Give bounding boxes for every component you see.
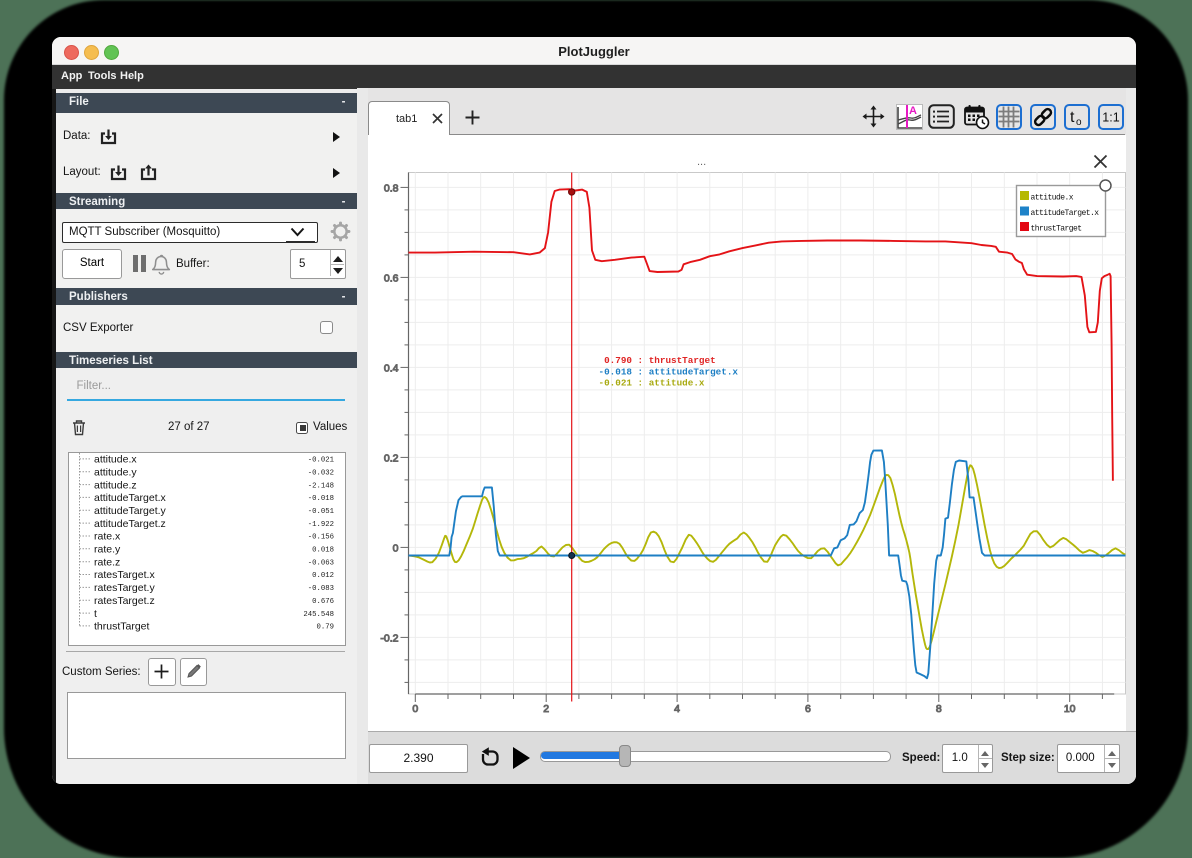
- svg-text:4: 4: [674, 703, 680, 715]
- svg-text:2: 2: [543, 703, 549, 715]
- svg-text:0: 0: [412, 703, 418, 715]
- svg-text:attitudeTarget.z: attitudeTarget.z: [94, 517, 166, 529]
- svg-text:0.676: 0.676: [312, 597, 334, 605]
- svg-text:...: ...: [697, 156, 706, 168]
- svg-text:thrustTarget: thrustTarget: [1030, 225, 1081, 234]
- svg-text:8: 8: [935, 703, 941, 715]
- svg-text:0.2: 0.2: [383, 452, 398, 464]
- svg-text:-0.021 : attitude.x: -0.021 : attitude.x: [598, 378, 704, 389]
- svg-text:thrustTarget: thrustTarget: [94, 620, 150, 632]
- svg-text:245.548: 245.548: [303, 610, 334, 618]
- svg-text:0.012: 0.012: [312, 572, 334, 580]
- svg-text:0.018: 0.018: [312, 546, 334, 554]
- svg-text:attitudeTarget.x: attitudeTarget.x: [94, 492, 167, 504]
- svg-text:-0.2: -0.2: [380, 632, 398, 644]
- svg-text:-0.063: -0.063: [307, 559, 333, 567]
- svg-text:ratesTarget.z: ratesTarget.z: [94, 594, 155, 606]
- svg-text:t: t: [1070, 109, 1075, 126]
- svg-text:attitude.x: attitude.x: [94, 453, 137, 465]
- svg-text:-1.922: -1.922: [307, 520, 333, 528]
- svg-text:attitude.z: attitude.z: [94, 479, 137, 491]
- svg-text:ratesTarget.x: ratesTarget.x: [94, 569, 155, 581]
- svg-text:-0.018 : attitudeTarget.x: -0.018 : attitudeTarget.x: [598, 366, 738, 377]
- svg-text:attitude.y: attitude.y: [94, 466, 137, 478]
- svg-text:-0.051: -0.051: [307, 508, 334, 516]
- svg-text:0.6: 0.6: [383, 272, 398, 284]
- svg-text:ratesTarget.y: ratesTarget.y: [94, 582, 155, 594]
- svg-text:rate.z: rate.z: [94, 556, 120, 568]
- svg-text:0.79: 0.79: [316, 623, 334, 631]
- svg-text:-0.032: -0.032: [307, 469, 333, 477]
- svg-text:attitudeTarget.y: attitudeTarget.y: [94, 505, 167, 517]
- svg-text:-0.018: -0.018: [307, 495, 333, 503]
- svg-text:t: t: [94, 607, 97, 619]
- svg-text:0: 0: [392, 542, 398, 554]
- svg-text:1:1: 1:1: [1102, 110, 1119, 124]
- svg-text:rate.x: rate.x: [94, 530, 121, 542]
- svg-text:rate.y: rate.y: [94, 543, 121, 555]
- svg-text:A: A: [909, 105, 917, 117]
- svg-text:attitude.x: attitude.x: [1030, 194, 1073, 203]
- svg-text:6: 6: [804, 703, 810, 715]
- svg-text:-0.021: -0.021: [307, 456, 334, 464]
- svg-text:-2.148: -2.148: [307, 482, 333, 490]
- svg-text:attitudeTarget.x: attitudeTarget.x: [1030, 209, 1099, 218]
- svg-text:0.4: 0.4: [383, 362, 398, 374]
- svg-text:-0.156: -0.156: [307, 533, 333, 541]
- svg-text:0.8: 0.8: [383, 182, 398, 194]
- svg-text:-0.083: -0.083: [307, 585, 333, 593]
- svg-text:10: 10: [1063, 703, 1075, 715]
- svg-text:0.790 : thrustTarget: 0.790 : thrustTarget: [598, 355, 715, 366]
- svg-text:o: o: [1076, 117, 1082, 128]
